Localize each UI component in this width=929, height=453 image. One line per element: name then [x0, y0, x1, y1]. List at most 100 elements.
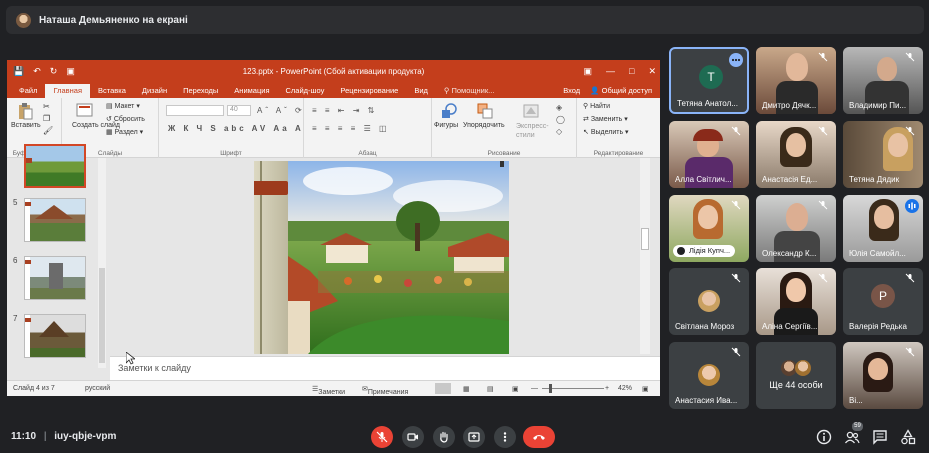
- copy-icon[interactable]: ❐: [43, 114, 50, 123]
- shapes-button[interactable]: Фигуры: [434, 122, 458, 129]
- reading-view-button[interactable]: ▤: [487, 385, 494, 393]
- paste-button[interactable]: Вставить: [11, 122, 41, 129]
- notes-pane[interactable]: Заметки к слайду: [110, 356, 660, 380]
- arrange-button[interactable]: Упорядочить: [463, 122, 505, 129]
- comments-toggle[interactable]: ✉ Примечания: [362, 385, 408, 396]
- participant-tile[interactable]: Лідія Купч...: [669, 195, 749, 262]
- participant-tile[interactable]: Т Тетяна Анатол...: [669, 47, 749, 114]
- participant-tile[interactable]: Аліна Сергіїв...: [756, 268, 836, 335]
- font-style-buttons[interactable]: Ж К Ч S abc AV Аа A: [168, 124, 304, 133]
- participant-tile[interactable]: Юлія Самойл...: [843, 195, 923, 262]
- language-indicator[interactable]: русский: [85, 385, 110, 392]
- tab-view[interactable]: Вид: [406, 86, 436, 98]
- participant-tile[interactable]: Анастасія Ед...: [756, 121, 836, 188]
- activities-icon[interactable]: [900, 429, 916, 445]
- participant-tile[interactable]: Тетяна Дядик: [843, 121, 923, 188]
- save-icon[interactable]: 💾: [13, 66, 24, 77]
- chat-icon[interactable]: [872, 429, 888, 445]
- format-painter-icon[interactable]: 🖌: [43, 126, 53, 135]
- tab-transitions[interactable]: Переходы: [175, 86, 226, 98]
- meeting-details-icon[interactable]: [816, 429, 832, 445]
- align-buttons[interactable]: ≡ ≡ ≡ ≡ ☰ ◫: [312, 124, 390, 133]
- present-screen-button[interactable]: [463, 426, 485, 448]
- find-button[interactable]: ⚲ Найти: [583, 102, 610, 110]
- tab-insert[interactable]: Вставка: [90, 86, 134, 98]
- more-participants-tile[interactable]: Ще 44 особи: [756, 342, 836, 409]
- font-name-field[interactable]: [166, 105, 224, 116]
- meeting-code[interactable]: iuy-qbje-vpm: [54, 431, 116, 442]
- thumbnail-number: 5: [13, 198, 18, 207]
- arrange-icon[interactable]: [476, 102, 494, 120]
- close-icon[interactable]: ✕: [648, 66, 656, 77]
- participant-tile[interactable]: Дмитро Дячк...: [756, 47, 836, 114]
- participant-video: [874, 205, 894, 229]
- font-size-buttons[interactable]: Aˆ Aˇ ⟳: [257, 106, 305, 115]
- thumbnail-slide-5[interactable]: [24, 198, 86, 242]
- slideshow-icon[interactable]: ▣: [66, 66, 75, 77]
- participant-tile[interactable]: Р Валерія Редька: [843, 268, 923, 335]
- zoom-out-button[interactable]: —: [531, 385, 538, 392]
- participant-name: Анастасія Ед...: [762, 175, 818, 184]
- replace-button[interactable]: ⇄ Заменить ▾: [583, 115, 628, 123]
- fit-to-window-button[interactable]: ▣: [642, 385, 649, 393]
- leave-call-button[interactable]: [523, 426, 555, 448]
- tab-slideshow[interactable]: Слайд-шоу: [278, 86, 333, 98]
- slide-sorter-button[interactable]: ▦: [463, 385, 470, 393]
- mic-toggle-button[interactable]: [371, 426, 393, 448]
- thumbnail-slide-6[interactable]: [24, 256, 86, 300]
- current-slide[interactable]: [254, 161, 509, 354]
- express-styles-button[interactable]: Экспресс-стили: [516, 122, 556, 140]
- tab-animations[interactable]: Анимация: [226, 86, 277, 98]
- scrollbar-thumb[interactable]: [641, 228, 649, 250]
- participant-tile[interactable]: Анастасия Ива...: [669, 342, 749, 409]
- tab-home[interactable]: Главная: [45, 84, 90, 98]
- new-slide-icon[interactable]: [76, 101, 94, 119]
- express-styles-icon[interactable]: [522, 102, 540, 120]
- participant-tile[interactable]: Владимир Пи...: [843, 47, 923, 114]
- normal-view-button[interactable]: [435, 383, 451, 394]
- more-options-icon[interactable]: [729, 53, 743, 67]
- share-button[interactable]: 👤 Общий доступ: [590, 86, 652, 95]
- slideshow-view-button[interactable]: ▣: [512, 385, 519, 393]
- reset-button[interactable]: ↺ Сбросить: [106, 115, 145, 123]
- ribbon-options-icon[interactable]: ▣: [584, 66, 593, 77]
- participants-icon[interactable]: [844, 429, 860, 445]
- hang-up-icon: [533, 435, 545, 440]
- more-options-button[interactable]: [494, 426, 516, 448]
- thumbnail-scrollbar[interactable]: [98, 158, 106, 368]
- participant-tile[interactable]: Ві...: [843, 342, 923, 409]
- zoom-level[interactable]: 42%: [618, 385, 632, 392]
- raise-hand-button[interactable]: [433, 426, 455, 448]
- participant-tile[interactable]: Олександр К...: [756, 195, 836, 262]
- participant-tile[interactable]: Світлана Мороз: [669, 268, 749, 335]
- maximize-icon[interactable]: □: [629, 66, 634, 77]
- redo-icon[interactable]: ↻: [50, 66, 58, 77]
- clock-time: 11:10: [11, 431, 37, 442]
- scrollbar-thumb[interactable]: [99, 268, 105, 363]
- layout-button[interactable]: ▤ Макет ▾: [106, 102, 140, 110]
- list-buttons[interactable]: ≡ ≡ ⇤ ⇥ ⇅: [312, 106, 377, 115]
- participant-tile[interactable]: Алла Світлич...: [669, 121, 749, 188]
- tab-review[interactable]: Рецензирование: [332, 86, 406, 98]
- tell-me-box[interactable]: ⚲ Помощник...: [436, 86, 503, 98]
- tab-file[interactable]: Файл: [11, 86, 45, 98]
- select-button[interactable]: ↖ Выделить ▾: [583, 128, 629, 136]
- thumbnail-slide-7[interactable]: [24, 314, 86, 358]
- zoom-slider-handle[interactable]: [549, 384, 552, 393]
- shapes-icon[interactable]: [440, 102, 458, 120]
- participant-video: [877, 57, 897, 81]
- zoom-in-button[interactable]: +: [605, 385, 609, 392]
- paste-icon[interactable]: [16, 102, 34, 120]
- thumbnail-slide-4[interactable]: [24, 144, 86, 188]
- cut-icon[interactable]: ✂: [43, 102, 50, 111]
- camera-toggle-button[interactable]: [402, 426, 424, 448]
- tab-design[interactable]: Дизайн: [134, 86, 175, 98]
- undo-icon[interactable]: ↶: [33, 66, 41, 77]
- login-link[interactable]: Вход: [563, 86, 580, 95]
- minimize-icon[interactable]: —: [606, 66, 615, 77]
- section-button[interactable]: ▦ Раздел ▾: [106, 128, 143, 136]
- slide-scrollbar[interactable]: [640, 158, 650, 354]
- shape-fill-buttons[interactable]: ◈ ◯ ◇: [556, 102, 570, 138]
- font-size-field[interactable]: 40: [227, 105, 251, 116]
- notes-toggle[interactable]: ☰ Заметки: [312, 385, 345, 396]
